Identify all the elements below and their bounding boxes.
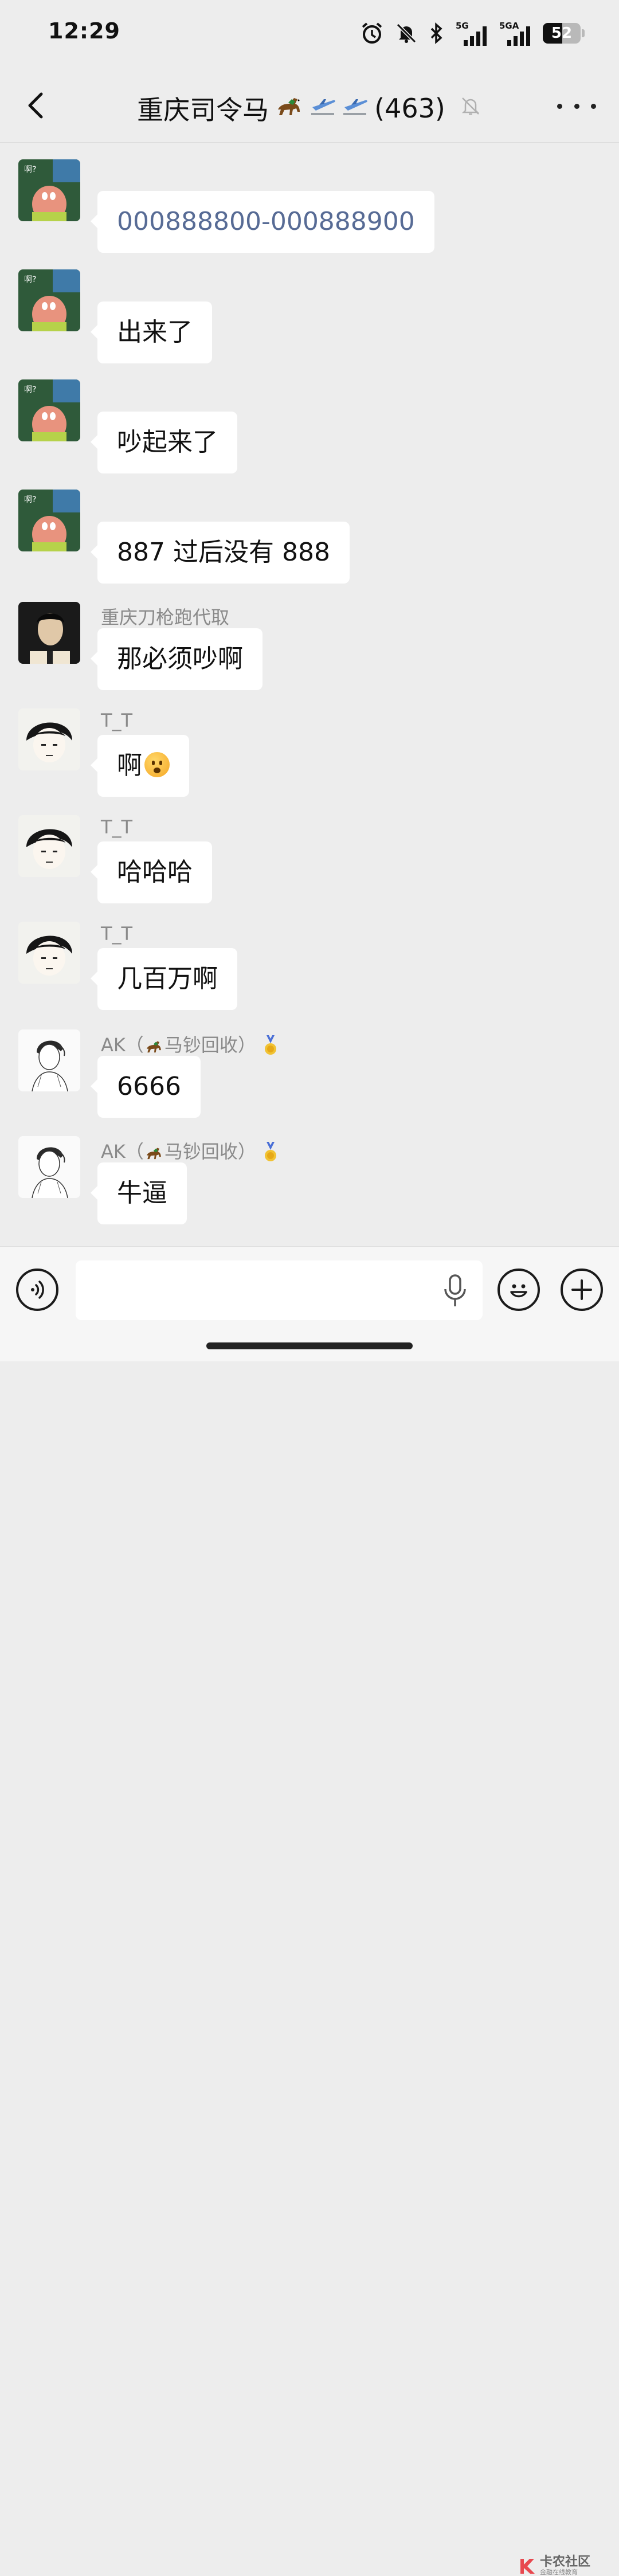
message-text: 牛逼 — [117, 1179, 167, 1208]
message-bubble[interactable]: 887 过后没有 888 — [91, 522, 350, 584]
home-indicator[interactable] — [206, 1342, 413, 1349]
status-bar: 12:29 5G 5GA 52 — [0, 0, 619, 69]
svg-text:啊?: 啊? — [24, 165, 36, 174]
watermark: 卡农社区 金融在线教育 — [517, 2556, 590, 2576]
horse-emoji-icon — [275, 92, 304, 125]
chat-header: 重庆司令马 (463) — [0, 69, 619, 143]
message-bubble[interactable]: 6666 — [91, 1056, 201, 1118]
message-bubble[interactable]: 吵起来了 — [91, 412, 237, 473]
battery-icon: 52 — [543, 23, 585, 44]
medal-icon — [265, 1142, 277, 1161]
message-text: 887 过后没有 888 — [117, 538, 330, 567]
more-icon-dot — [557, 103, 562, 109]
sender-name[interactable]: AK（ 马钞回收） — [101, 1031, 279, 1057]
sender-name[interactable]: T_T — [101, 923, 132, 945]
chat-title[interactable]: 重庆司令马 (463) — [0, 89, 619, 127]
sender-name-suffix: 马钞回收） — [164, 1034, 256, 1056]
avatar-patrick[interactable]: 啊? — [18, 269, 80, 331]
message-bubble[interactable]: 哈哈哈 — [91, 841, 212, 903]
avatar-patrick[interactable]: 啊? — [18, 159, 80, 221]
message-bubble[interactable]: 那必须吵啊 — [91, 628, 263, 690]
message-bubble[interactable]: 牛逼 — [91, 1162, 187, 1224]
message-text[interactable]: 000888800-000888900 — [117, 207, 415, 236]
more-icon-dot — [574, 103, 579, 109]
emoji-icon — [510, 1284, 527, 1298]
avatar-anime-boy[interactable] — [18, 922, 80, 984]
message-bubble[interactable]: 000888800-000888900 — [91, 191, 434, 253]
sender-name[interactable]: AK（ 马钞回收） — [101, 1137, 279, 1164]
bluetooth-icon — [429, 22, 444, 45]
sender-name-prefix: AK（ — [101, 1034, 144, 1056]
message-text: 那必须吵啊 — [117, 644, 243, 674]
signal-5ga-icon: 5GA — [499, 21, 531, 46]
message-text: 出来了 — [117, 318, 193, 347]
chat-title-text: 重庆司令马 — [137, 95, 269, 126]
mute-bell-icon — [459, 93, 482, 124]
avatar-patrick[interactable]: 啊? — [18, 379, 80, 441]
avatar-man-photo[interactable] — [18, 602, 80, 664]
kanong-logo-icon — [520, 2558, 535, 2574]
message-text: 哈哈哈 — [117, 858, 193, 887]
emoji-button[interactable] — [497, 1269, 540, 1311]
avatar-anime-boy[interactable] — [18, 815, 80, 877]
message-text: 啊 — [117, 751, 142, 780]
plus-icon — [571, 1279, 592, 1300]
medal-icon — [265, 1035, 277, 1055]
member-count: (463) — [374, 93, 445, 124]
avatar-anime-boy[interactable] — [18, 708, 80, 770]
sender-name[interactable]: 重庆刀枪跑代取 — [101, 603, 229, 629]
svg-text:啊?: 啊? — [24, 385, 36, 394]
message-bubble[interactable]: 啊 — [91, 735, 189, 797]
sender-name-prefix: AK（ — [101, 1141, 144, 1162]
horse-emoji-icon — [146, 1148, 161, 1160]
more-actions-button[interactable] — [561, 1269, 603, 1311]
airplane-emoji-icon — [310, 93, 336, 124]
more-icon-dot — [591, 103, 596, 109]
message-bubble[interactable]: 出来了 — [91, 302, 212, 363]
status-time: 12:29 — [48, 18, 120, 44]
message-text: 吵起来了 — [117, 428, 218, 457]
alarm-icon — [361, 22, 383, 45]
watermark-title: 卡农社区 — [540, 2555, 591, 2569]
mic-button[interactable] — [442, 1274, 468, 1307]
signal-5g-icon: 5G — [456, 21, 488, 46]
message-text: 6666 — [117, 1072, 181, 1101]
sender-name[interactable]: T_T — [101, 816, 132, 838]
more-options-button[interactable] — [557, 92, 596, 120]
message-input[interactable] — [76, 1260, 483, 1320]
message-bubble[interactable]: 几百万啊 — [91, 948, 237, 1010]
avatar-sketch-man[interactable] — [18, 1136, 80, 1198]
message-text: 几百万啊 — [117, 964, 218, 993]
horse-emoji-icon — [146, 1041, 161, 1053]
svg-text:啊?: 啊? — [24, 275, 36, 284]
voice-toggle-button[interactable] — [16, 1269, 58, 1311]
sender-name-suffix: 马钞回收） — [164, 1141, 256, 1162]
airplane-emoji-icon-2 — [342, 93, 369, 124]
battery-level: 52 — [551, 25, 573, 42]
watermark-subtitle: 金融在线教育 — [540, 2569, 578, 2576]
status-icons: 5G 5GA 52 — [361, 19, 585, 47]
sender-name[interactable]: T_T — [101, 710, 132, 731]
mute-notifications-icon — [395, 22, 418, 45]
astonished-face-icon — [144, 752, 170, 777]
avatar-patrick[interactable]: 啊? — [18, 490, 80, 551]
voice-icon — [31, 1281, 44, 1299]
mic-icon — [444, 1274, 466, 1306]
avatar-sketch-man[interactable] — [18, 1029, 80, 1091]
svg-text:啊?: 啊? — [24, 495, 36, 504]
